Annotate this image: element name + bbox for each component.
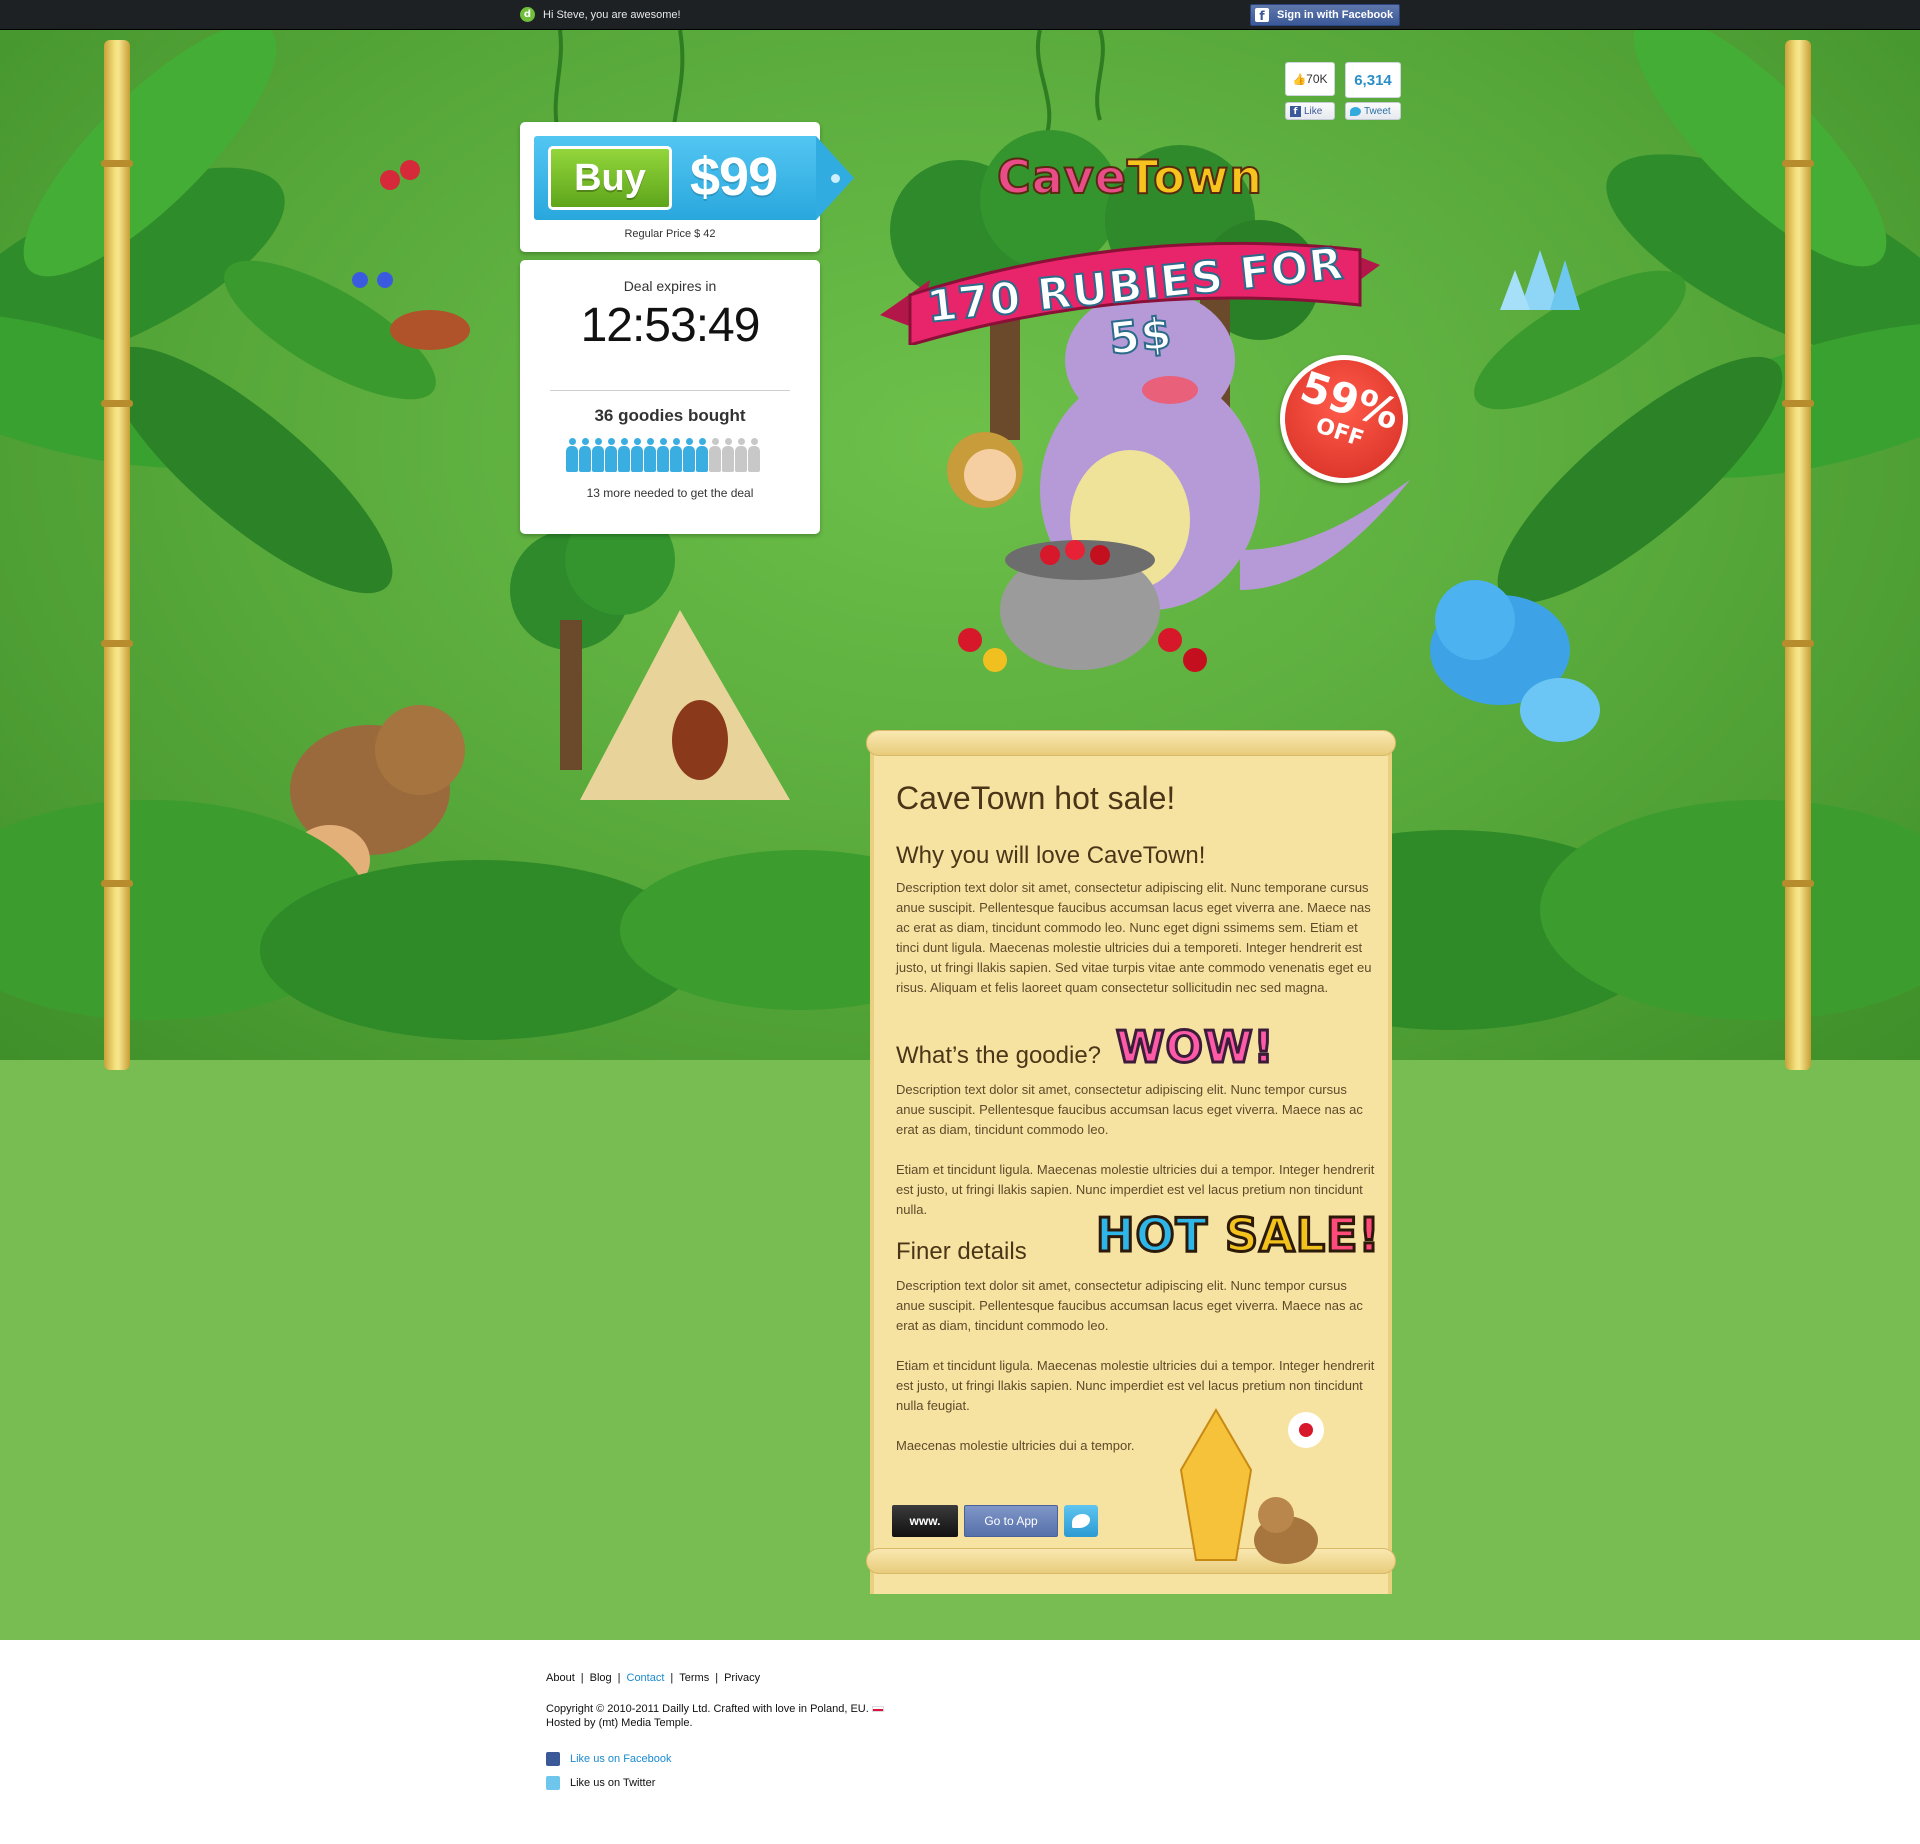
person-icon-empty (735, 438, 747, 472)
goodies-bought: 36 goodies bought (594, 406, 746, 425)
deal-price: $99 (690, 147, 778, 207)
more-needed: 13 more needed to get the deal (586, 486, 754, 500)
price-tag: Buy $99 (534, 136, 854, 220)
goodie-text-1: Description text dolor sit amet, consect… (896, 1082, 1363, 1137)
twitter-bird-icon (1072, 1514, 1090, 1528)
bamboo-pole-left (101, 40, 133, 1070)
person-icon-filled (631, 438, 643, 472)
person-icon-empty (722, 438, 734, 472)
footer-facebook-link[interactable]: Like us on Facebook (546, 1752, 672, 1766)
tweet-button[interactable]: Tweet (1345, 102, 1401, 120)
greeting-text: Hi Steve, you are awesome! (543, 8, 681, 21)
footer-nav: About | Blog | Contact | Terms | Privacy (546, 1672, 761, 1684)
countdown-timer: 12:53:49 (580, 299, 761, 352)
footer-twitter-link[interactable]: Like us on Twitter (546, 1776, 655, 1790)
person-icon-filled (696, 438, 708, 472)
person-icon-empty (709, 438, 721, 472)
footer: About | Blog | Contact | Terms | Privacy Cop… (0, 1640, 1920, 1844)
regular-price: Regular Price $ 42 (624, 228, 716, 240)
top-bar: d Hi Steve, you are awesome! f Sign in w… (0, 0, 1920, 30)
wow-sticker: WOW! (1115, 1021, 1276, 1075)
person-icon-filled (683, 438, 695, 472)
twitter-icon (546, 1776, 560, 1790)
hot-sale-sticker: HOT SALE! (1095, 1207, 1381, 1264)
buy-button[interactable]: Buy (548, 146, 672, 210)
person-icon-filled (579, 438, 591, 472)
thumbs-up-icon: 👍 (1292, 72, 1307, 86)
why-text: Description text dolor sit amet, consect… (896, 880, 1372, 995)
person-icon-filled (592, 438, 604, 472)
person-icon-filled (618, 438, 630, 472)
purchase-progress (566, 438, 776, 472)
poland-flag-icon (871, 1706, 884, 1713)
person-icon-filled (657, 438, 669, 472)
deal-description-scroll: CaveTown hot sale! Why you will love Cav… (866, 730, 1396, 1610)
deal-status-card: Deal expires in 12:53:49 36 goodies boug… (520, 260, 820, 534)
footer-link-blog[interactable]: Blog (590, 1672, 612, 1684)
article-title: CaveTown hot sale! (896, 780, 1176, 816)
facebook-icon: f (1290, 105, 1301, 117)
facebook-like-button[interactable]: f Like (1285, 102, 1335, 120)
website-button[interactable]: www. (892, 1505, 958, 1537)
deal-expires-label: Deal expires in (623, 278, 717, 294)
copyright: Copyright © 2010-2011 Dailly Ltd. Crafte… (546, 1702, 884, 1730)
go-to-app-button[interactable]: Go to App (964, 1505, 1058, 1537)
jungle-scene: Buy $99 Regular Price $ 42 Deal expires … (0, 30, 1920, 1640)
buy-card: Buy $99 Regular Price $ 42 (520, 122, 854, 252)
tweet-count: 6,314 (1345, 62, 1401, 98)
site-logo-icon[interactable]: d (520, 7, 535, 22)
facebook-like-count: 👍 70K (1285, 62, 1335, 96)
twitter-share-button[interactable] (1064, 1505, 1098, 1537)
facebook-icon: f (1255, 8, 1269, 22)
cavetown-logo: CaveTown (996, 149, 1264, 205)
crystal-and-beaver-art (1179, 1408, 1324, 1564)
why-heading: Why you will love CaveTown! (896, 842, 1206, 869)
person-icon-empty (748, 438, 760, 472)
person-icon-filled (670, 438, 682, 472)
footer-link-terms[interactable]: Terms (679, 1672, 709, 1684)
person-icon-filled (566, 438, 578, 472)
person-icon-filled (644, 438, 656, 472)
hosting-credit: Hosted by (mt) Media Temple. (546, 1717, 693, 1729)
person-icon-filled (605, 438, 617, 472)
greeting: d Hi Steve, you are awesome! (520, 7, 681, 22)
bamboo-pole-right (1782, 40, 1814, 1070)
footer-link-about[interactable]: About (546, 1672, 575, 1684)
footer-link-privacy[interactable]: Privacy (724, 1672, 760, 1684)
twitter-bird-icon (1350, 106, 1361, 116)
facebook-icon (546, 1752, 560, 1766)
facebook-signin-button[interactable]: f Sign in with Facebook (1250, 4, 1400, 26)
facebook-signin-label: Sign in with Facebook (1277, 9, 1394, 21)
finer-text-1: Description text dolor sit amet, consect… (896, 1278, 1363, 1333)
footer-link-contact[interactable]: Contact (627, 1672, 665, 1684)
